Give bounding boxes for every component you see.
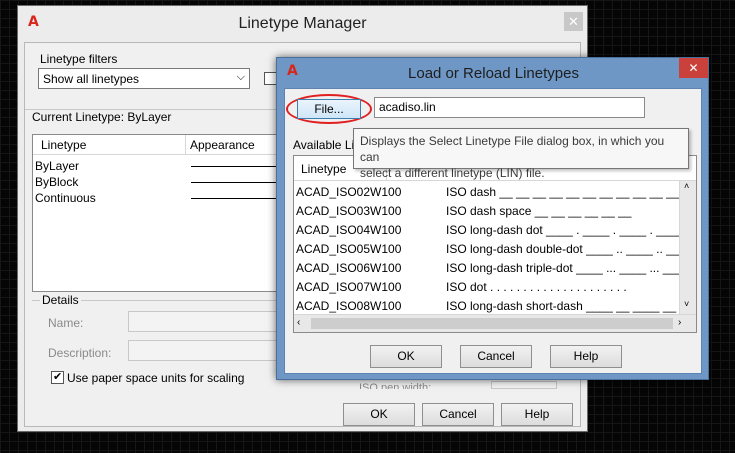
- linetype-name: ACAD_ISO03W100: [296, 204, 402, 218]
- name-field[interactable]: [128, 311, 278, 332]
- description-field[interactable]: [128, 340, 278, 361]
- appearance-line: [191, 182, 281, 183]
- appearance-line: [191, 166, 281, 167]
- column-linetype: Linetype: [41, 138, 87, 152]
- description-label: Description:: [48, 346, 112, 360]
- column-divider: [185, 135, 186, 155]
- scroll-left-icon[interactable]: ‹: [297, 317, 300, 328]
- linetype-description: ISO long-dash double-dot ____ .. ____ ..…: [446, 242, 686, 256]
- load-linetypes-dialog: A Load or Reload Linetypes ✕ File... aca…: [276, 57, 709, 380]
- linetype-row[interactable]: ACAD_ISO03W100 ISO dash space __ __ __ __…: [294, 202, 686, 221]
- cancel-button[interactable]: Cancel: [422, 403, 494, 426]
- scroll-down-icon[interactable]: ˅: [684, 299, 689, 309]
- linetype-description: ISO dash __ __ __ __ __ __ __ __ __ __ _…: [446, 185, 686, 199]
- horizontal-scrollbar[interactable]: ‹ ›: [294, 314, 696, 332]
- linetype-list[interactable]: Linetype Appearance ByLayer ByBlock Cont…: [32, 134, 282, 292]
- close-icon[interactable]: ✕: [564, 12, 583, 31]
- linetype-name: ACAD_ISO05W100: [296, 242, 402, 256]
- file-name-field[interactable]: acadiso.lin: [374, 97, 645, 118]
- linetype-filter-value: Show all linetypes: [43, 72, 140, 86]
- vertical-scrollbar[interactable]: ˄ ˅: [679, 181, 696, 314]
- linetype-manager-titlebar: A Linetype Manager ✕: [18, 6, 587, 42]
- linetype-row[interactable]: ACAD_ISO06W100 ISO long-dash triple-dot _…: [294, 259, 686, 278]
- linetype-row[interactable]: ACAD_ISO08W100 ISO long-dash short-dash _…: [294, 297, 686, 314]
- column-linetype: Linetype: [301, 162, 347, 176]
- linetype-description: ISO long-dash dot ____ . ____ . ____ . _…: [446, 223, 686, 237]
- scroll-thumb[interactable]: [311, 318, 673, 329]
- cancel-button[interactable]: Cancel: [460, 345, 532, 368]
- linetype-row[interactable]: ACAD_ISO07W100 ISO dot . . . . . . . . . …: [294, 278, 686, 297]
- list-item[interactable]: ByBlock: [35, 175, 78, 189]
- name-label: Name:: [48, 316, 84, 330]
- scroll-up-icon[interactable]: ˄: [684, 181, 689, 191]
- appearance-line: [191, 198, 281, 199]
- chevron-down-icon: ⌵: [236, 71, 245, 83]
- close-icon[interactable]: ✕: [679, 58, 708, 78]
- linetype-name: ACAD_ISO04W100: [296, 223, 402, 237]
- linetype-description: ISO dash space __ __ __ __ __ __: [446, 204, 632, 218]
- load-linetypes-title: Load or Reload Linetypes: [408, 65, 579, 82]
- file-name-value: acadiso.lin: [379, 100, 436, 114]
- linetype-name: ACAD_ISO07W100: [296, 280, 402, 294]
- paper-space-label: Use paper space units for scaling: [67, 371, 245, 385]
- iso-pen-width-select[interactable]: [491, 381, 557, 389]
- list-item[interactable]: ByLayer: [35, 159, 79, 173]
- current-linetype-value: ByLayer: [127, 110, 172, 124]
- current-linetype-label: Current Linetype: ByLayer: [32, 110, 172, 124]
- linetype-row[interactable]: ACAD_ISO04W100 ISO long-dash dot ____ . _…: [294, 221, 686, 240]
- column-appearance: Appearance: [190, 138, 255, 152]
- tooltip-line: select a different linetype (LIN) file.: [360, 166, 545, 180]
- help-button[interactable]: Help: [550, 345, 622, 368]
- ok-button[interactable]: OK: [343, 403, 415, 426]
- file-button[interactable]: File...: [297, 99, 361, 119]
- scroll-right-icon[interactable]: ›: [678, 317, 681, 328]
- linetype-row[interactable]: ACAD_ISO05W100 ISO long-dash double-dot _…: [294, 240, 686, 259]
- linetype-rows: ACAD_ISO02W100 ISO dash __ __ __ __ __ __…: [294, 183, 686, 314]
- linetype-manager-title: Linetype Manager: [238, 15, 367, 32]
- available-linetypes-list[interactable]: Linetype ACAD_ISO02W100 ISO dash __ __ __…: [293, 155, 697, 333]
- tooltip-line: Displays the Select Linetype File dialog…: [360, 134, 665, 164]
- linetype-name: ACAD_ISO08W100: [296, 299, 402, 313]
- ok-button[interactable]: OK: [370, 345, 442, 368]
- details-label: Details: [40, 293, 81, 307]
- linetype-row[interactable]: ACAD_ISO02W100 ISO dash __ __ __ __ __ __…: [294, 183, 686, 202]
- linetype-description: ISO dot . . . . . . . . . . . . . . . . …: [446, 280, 627, 294]
- linetype-list-header: Linetype Appearance: [33, 135, 281, 155]
- linetype-filter-select[interactable]: Show all linetypes ⌵: [38, 68, 250, 89]
- iso-pen-width-label: ISO pen width:: [359, 383, 432, 389]
- help-button[interactable]: Help: [501, 403, 573, 426]
- list-item[interactable]: Continuous: [35, 191, 96, 205]
- file-button-tooltip: Displays the Select Linetype File dialog…: [353, 128, 689, 180]
- paper-space-checkbox[interactable]: [51, 370, 64, 384]
- linetype-name: ACAD_ISO06W100: [296, 261, 402, 275]
- linetype-name: ACAD_ISO02W100: [296, 185, 402, 199]
- linetype-filters-label: Linetype filters: [40, 52, 118, 66]
- linetype-description: ISO long-dash short-dash ____ __ ____ __…: [446, 299, 686, 313]
- linetype-description: ISO long-dash triple-dot ____ ... ____ .…: [446, 261, 686, 275]
